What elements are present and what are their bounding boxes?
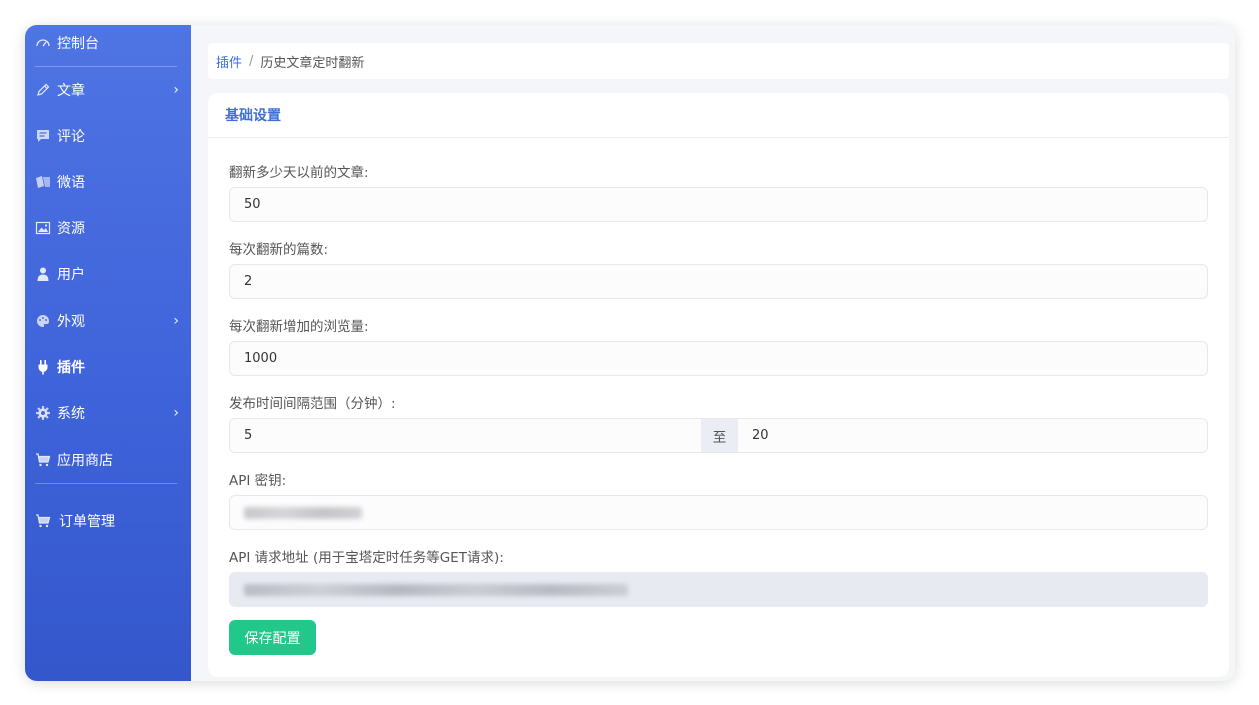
plug-icon xyxy=(35,359,51,375)
sidebar-item-orders[interactable]: 订单管理 xyxy=(35,506,181,536)
sidebar-divider xyxy=(35,66,177,67)
image-icon xyxy=(35,220,51,236)
api-url-input[interactable] xyxy=(229,572,1208,607)
days-input[interactable]: 50 xyxy=(229,187,1208,222)
sidebar-item-label: 订单管理 xyxy=(59,514,115,530)
cart-icon xyxy=(35,452,51,468)
sidebar-item-label: 文章 xyxy=(57,83,85,99)
sidebar-item-appearance[interactable]: 外观 › xyxy=(35,306,181,336)
sidebar-item-label: 插件 xyxy=(57,360,85,376)
sidebar-item-resources[interactable]: 资源 xyxy=(35,213,181,243)
cart-icon xyxy=(35,513,51,529)
interval-separator: 至 xyxy=(701,419,738,452)
breadcrumb-link-plugins[interactable]: 插件 xyxy=(216,52,242,71)
api-key-label: API 密钥: xyxy=(229,473,287,489)
obscured-value xyxy=(244,583,628,596)
sidebar-item-label: 评论 xyxy=(57,129,85,145)
save-config-button[interactable]: 保存配置 xyxy=(229,620,316,655)
count-input[interactable]: 2 xyxy=(229,264,1208,299)
dashboard-icon xyxy=(35,35,51,51)
sidebar-item-microposts[interactable]: 微语 xyxy=(35,167,181,197)
palette-icon xyxy=(35,313,51,329)
sidebar-item-label: 系统 xyxy=(57,406,85,422)
sidebar-item-label: 外观 xyxy=(57,314,85,330)
breadcrumb-current: 历史文章定时翻新 xyxy=(260,55,365,71)
cards-icon xyxy=(35,174,51,190)
interval-min-input[interactable]: 5 xyxy=(230,419,701,452)
sidebar-item-label: 微语 xyxy=(57,175,85,191)
sidebar-item-system[interactable]: 系统 › xyxy=(35,398,181,428)
sidebar-item-app-store[interactable]: 应用商店 xyxy=(35,445,181,475)
sidebar-item-label: 控制台 xyxy=(57,36,99,52)
days-label: 翻新多少天以前的文章: xyxy=(229,165,369,181)
api-key-input[interactable] xyxy=(229,495,1208,530)
breadcrumb: 插件 / 历史文章定时翻新 xyxy=(208,43,1229,79)
views-label: 每次翻新增加的浏览量: xyxy=(229,319,369,335)
chevron-right-icon: › xyxy=(173,82,179,98)
interval-max-input[interactable]: 20 xyxy=(738,419,1207,452)
views-input[interactable]: 1000 xyxy=(229,341,1208,376)
breadcrumb-separator: / xyxy=(249,53,254,69)
sidebar: 控制台 文章 › 评论 微语 资源 用户 外观 › 插件 系统 › 应用商店 订… xyxy=(25,25,191,681)
comment-icon xyxy=(35,128,51,144)
sidebar-item-label: 用户 xyxy=(57,267,85,283)
sidebar-item-label: 资源 xyxy=(57,221,85,237)
gear-icon xyxy=(35,405,51,421)
obscured-value xyxy=(244,506,362,519)
sidebar-item-plugins[interactable]: 插件 xyxy=(35,352,181,382)
interval-label: 发布时间间隔范围（分钟）: xyxy=(229,396,396,412)
sidebar-item-label: 应用商店 xyxy=(57,453,113,469)
app-window: 控制台 文章 › 评论 微语 资源 用户 外观 › 插件 系统 › 应用商店 订… xyxy=(25,25,1235,681)
pencil-icon xyxy=(35,82,51,98)
chevron-right-icon: › xyxy=(173,313,179,329)
count-label: 每次翻新的篇数: xyxy=(229,242,329,258)
sidebar-item-comments[interactable]: 评论 xyxy=(35,121,181,151)
sidebar-item-users[interactable]: 用户 xyxy=(35,259,181,289)
sidebar-item-dashboard[interactable]: 控制台 xyxy=(35,28,181,58)
sidebar-item-articles[interactable]: 文章 › xyxy=(35,75,181,105)
chevron-right-icon: › xyxy=(173,405,179,421)
user-icon xyxy=(35,266,51,282)
main-content: 插件 / 历史文章定时翻新 基础设置 翻新多少天以前的文章: 50 每次翻新的篇… xyxy=(208,25,1235,681)
card-title: 基础设置 xyxy=(208,93,1229,138)
interval-range: 5 至 20 xyxy=(229,418,1208,453)
api-url-label: API 请求地址 (用于宝塔定时任务等GET请求): xyxy=(229,550,504,566)
settings-card: 基础设置 翻新多少天以前的文章: 50 每次翻新的篇数: 2 每次翻新增加的浏览… xyxy=(208,93,1229,677)
sidebar-divider xyxy=(35,483,177,484)
